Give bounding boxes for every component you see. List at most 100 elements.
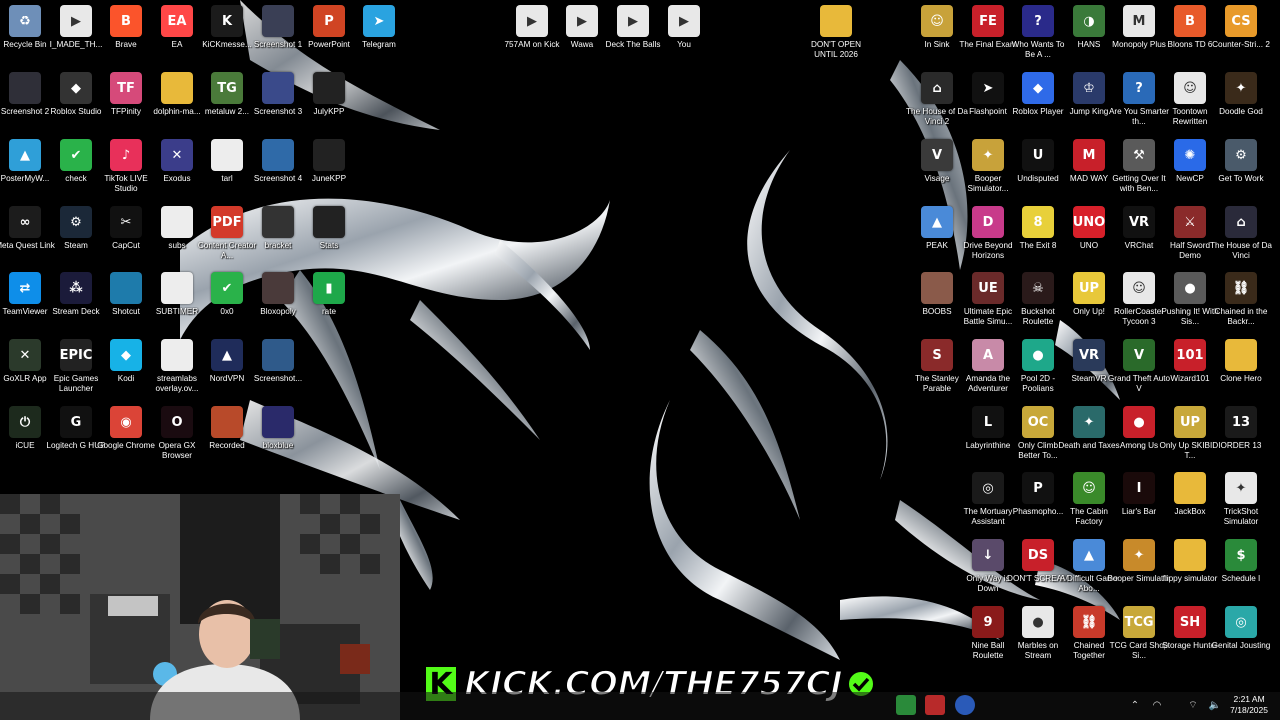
desktop-icon-label: Doodle God <box>1219 107 1263 116</box>
clock-time: 2:21 AM <box>1233 694 1265 704</box>
desktop-icon[interactable]: ◎ Genital Jousting <box>1212 606 1270 651</box>
game-icon: ✦ <box>1073 406 1105 438</box>
tray-overflow-chevron-icon[interactable]: ⌃ <box>1128 698 1142 712</box>
game-icon: ☺ <box>1123 272 1155 304</box>
volume-icon[interactable]: 🔈 <box>1208 698 1222 712</box>
desktop-icon[interactable]: ◎ The Mortuary Assistant <box>961 472 1015 527</box>
desktop-icon[interactable]: ▲ A Difficult Game Abo... <box>1060 539 1118 594</box>
game-icon: ✦ <box>1123 539 1155 571</box>
game-icon: ✦ <box>972 139 1004 171</box>
desktop-icon[interactable]: V Grand Theft Auto V <box>1108 339 1170 394</box>
desktop-icon[interactable]: ⛓ Chained in the Backr... <box>1214 272 1268 327</box>
browser-taskbar-icon[interactable] <box>955 695 975 715</box>
desktop-icon[interactable]: ✦ Booper Simulator... <box>961 139 1015 194</box>
desktop-icon[interactable]: ✦ Doodle God <box>1214 72 1268 117</box>
network-icon[interactable]: ◠ <box>1150 698 1164 712</box>
wifi-icon[interactable]: ⌔ <box>1186 698 1200 712</box>
game-icon: DS <box>1022 539 1054 571</box>
desktop-icon[interactable]: JuneKPP <box>302 139 356 184</box>
game-icon: 13 <box>1225 406 1257 438</box>
ea-icon: EA <box>161 5 193 37</box>
desktop-icon-label: ORDER 13 <box>1220 441 1262 450</box>
game-icon: ● <box>1022 606 1054 638</box>
desktop-icon[interactable]: bloxblue <box>251 406 305 451</box>
desktop-icon[interactable]: ▶ You <box>657 5 711 50</box>
game-icon: ⛓ <box>1225 272 1257 304</box>
text-file-icon <box>161 206 193 238</box>
desktop-icon[interactable]: O Opera GX Browser <box>150 406 204 461</box>
game-icon: L <box>972 406 1004 438</box>
capcut-icon: ✂ <box>110 206 142 238</box>
game-icon: ↓ <box>972 539 1004 571</box>
video-file-icon: ▶ <box>617 5 649 37</box>
desktop-icon[interactable]: ● Pool 2D - Poolians <box>1011 339 1065 394</box>
screenshot-icon <box>262 139 294 171</box>
check-icon: ✔ <box>60 139 92 171</box>
desktop-icon[interactable]: Clone Hero <box>1214 339 1268 384</box>
desktop-icon[interactable]: ➤ Telegram <box>352 5 406 50</box>
desktop-icon[interactable]: ☺ Toontown Rewritten <box>1163 72 1217 127</box>
desktop-icon[interactable]: OC Only Climb Better To... <box>1011 406 1065 461</box>
desktop-icon[interactable]: PDF Content Creator A... <box>198 206 256 261</box>
game-icon: ◎ <box>972 472 1004 504</box>
desktop-icon[interactable]: D Drive Beyond Horizons <box>961 206 1015 261</box>
desktop-icon[interactable]: ⚙ Get To Work <box>1214 139 1268 184</box>
app-taskbar-icon[interactable] <box>925 695 945 715</box>
meta-icon: ∞ <box>9 206 41 238</box>
desktop-icon[interactable]: Stats <box>302 206 356 251</box>
game-icon: ⛓ <box>1073 606 1105 638</box>
game-icon: ☠ <box>1022 272 1054 304</box>
desktop-icon[interactable]: ☺ The Cabin Factory <box>1062 472 1116 527</box>
webcam-feed <box>0 494 400 720</box>
screenshot-icon <box>262 5 294 37</box>
desktop-icon[interactable]: DON'T OPEN UNTIL 2026 <box>809 5 863 60</box>
game-icon: S <box>921 339 953 371</box>
desktop-icon[interactable]: ⚒ Getting Over It with Ben... <box>1112 139 1166 194</box>
desktop-icon[interactable]: JulyKPP <box>302 72 356 117</box>
desktop-icon[interactable]: ♪ TikTok LIVE Studio <box>99 139 153 194</box>
file-icon <box>313 139 345 171</box>
game-icon: ⚔ <box>1174 206 1206 238</box>
folder-icon <box>161 72 193 104</box>
game-icon: M <box>1073 139 1105 171</box>
check-icon: ✔ <box>211 272 243 304</box>
file-icon <box>211 139 243 171</box>
desktop-icon[interactable]: ✦ TrickShot Simulator <box>1214 472 1268 527</box>
desktop-icon[interactable]: ▮ rate <box>302 272 356 317</box>
desktop-icon[interactable]: streamlabs overlay.ov... <box>150 339 204 394</box>
monopoly-icon: M <box>1123 5 1155 37</box>
bloons-icon: B <box>1174 5 1206 37</box>
desktop-icon[interactable]: ⌂ The House of Da Vinci 2 <box>906 72 968 127</box>
icue-icon: ⏻ <box>9 406 41 438</box>
desktop-icon[interactable]: EPIC Epic Games Launcher <box>49 339 103 394</box>
desktop-icon[interactable]: 13 ORDER 13 <box>1214 406 1268 451</box>
game-icon: FE <box>972 5 1004 37</box>
folder-icon <box>1174 472 1206 504</box>
desktop-icon-label: Chained in the Backr... <box>1214 307 1268 326</box>
game-icon: ◑ <box>1073 5 1105 37</box>
desktop-icon[interactable]: ? Who Wants To Be A ... <box>1011 5 1065 60</box>
desktop-icon[interactable]: Screenshot... <box>251 339 305 384</box>
tf-icon: TF <box>110 72 142 104</box>
desktop-icon[interactable]: TCG TCG Card Shop Si... <box>1110 606 1168 661</box>
screenshot-icon <box>9 72 41 104</box>
desktop-icon[interactable]: UP Only Up SKIBIDI T... <box>1160 406 1220 461</box>
desktop-icon-label: TrickShot Simulator <box>1223 507 1259 526</box>
desktop-icon[interactable]: $ Schedule I <box>1214 539 1268 584</box>
brave-icon: B <box>110 5 142 37</box>
game-icon <box>921 272 953 304</box>
desktop-icon[interactable]: ↓ Only Way is Down <box>961 539 1015 594</box>
desktop-icon[interactable]: CS Counter-Stri... 2 <box>1212 5 1270 50</box>
among-us-icon: ● <box>1123 406 1155 438</box>
video-file-icon: ▶ <box>566 5 598 37</box>
xbox-taskbar-icon[interactable] <box>896 695 916 715</box>
steam-icon: ⚙ <box>60 206 92 238</box>
nordvpn-icon: ▲ <box>211 339 243 371</box>
game-icon: ▲ <box>921 206 953 238</box>
game-icon: ☺ <box>1174 72 1206 104</box>
chart-icon: ▮ <box>313 272 345 304</box>
kick-icon: K <box>211 5 243 37</box>
desktop-icon[interactable]: ☠ Buckshot Roulette <box>1011 272 1065 327</box>
system-clock[interactable]: 2:21 AM 7/18/2025 <box>1230 694 1268 716</box>
desktop-icon[interactable]: ⌂ The House of Da Vinci <box>1210 206 1272 261</box>
